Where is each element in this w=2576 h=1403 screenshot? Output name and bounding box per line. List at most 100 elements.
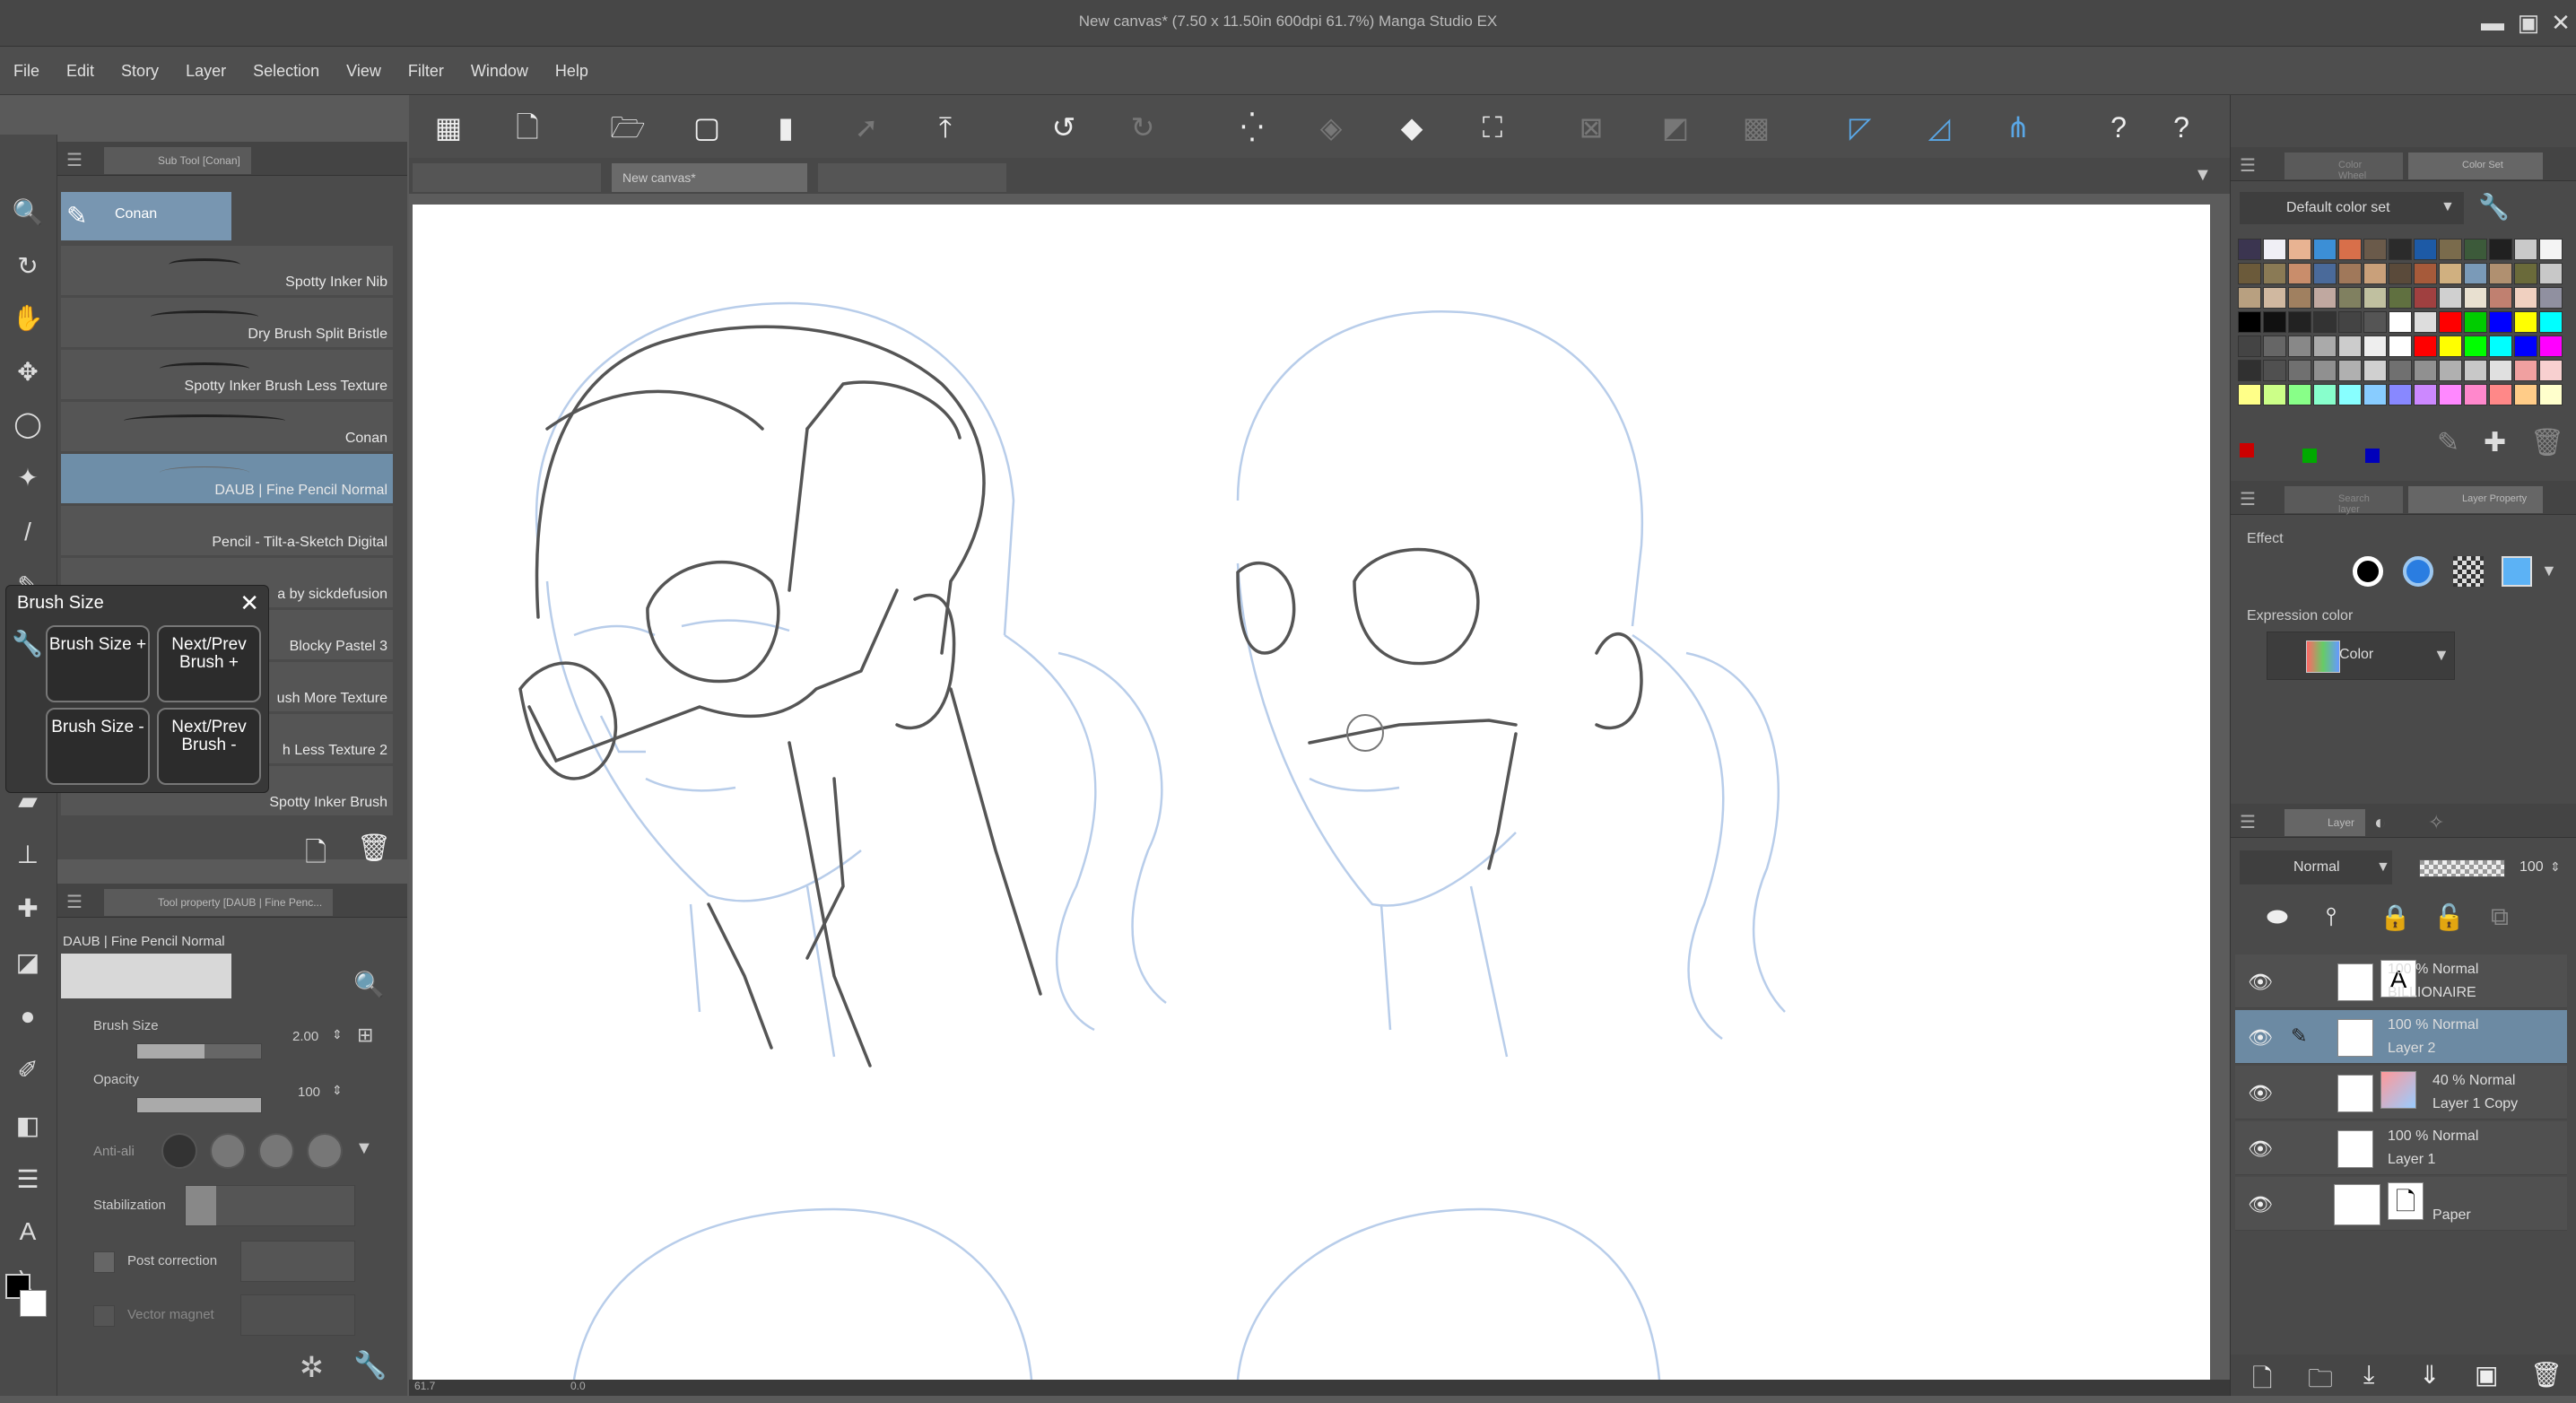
minimize-icon[interactable]: ▬: [2477, 7, 2508, 38]
color-swatch[interactable]: [2489, 360, 2512, 381]
new-folder-icon[interactable]: 🗀: [2308, 1360, 2333, 1403]
help-icon[interactable]: ?: [2099, 108, 2138, 147]
color-swatch[interactable]: [2489, 263, 2512, 284]
color-swatch[interactable]: [2464, 263, 2487, 284]
layer-row[interactable]: 👁 40 % Normal Layer 1 Copy: [2235, 1066, 2567, 1120]
color-swatch[interactable]: [2288, 239, 2311, 260]
red-swatch[interactable]: [2240, 443, 2254, 458]
color-swatch[interactable]: [2363, 239, 2387, 260]
color-swatch[interactable]: [2363, 336, 2387, 357]
color-swatch[interactable]: [2514, 287, 2537, 309]
menu-selection[interactable]: Selection: [239, 47, 333, 95]
prev-brush-button[interactable]: Next/Prev Brush -: [157, 708, 261, 785]
color-swatch[interactable]: [2288, 263, 2311, 284]
color-swatch[interactable]: [2489, 287, 2512, 309]
magnet-icon[interactable]: ⋔: [1998, 108, 2038, 147]
frame-tool-icon[interactable]: ☰: [7, 1159, 48, 1200]
chevron-down-icon[interactable]: ▼: [2441, 199, 2455, 215]
color-swatch[interactable]: [2238, 239, 2261, 260]
menu-icon[interactable]: ☰: [66, 891, 83, 913]
opacity-value[interactable]: 100: [298, 1085, 320, 1100]
vector-magnet-slider[interactable]: [240, 1294, 355, 1336]
sub-color-swatch[interactable]: [20, 1290, 47, 1317]
eyedropper-icon[interactable]: ✎: [2437, 427, 2459, 458]
stepper-icon[interactable]: ⇕: [2550, 859, 2561, 875]
green-swatch[interactable]: [2302, 449, 2317, 463]
color-swatch[interactable]: [2263, 263, 2286, 284]
color-swatch[interactable]: [2464, 360, 2487, 381]
wand-tool-icon[interactable]: ✦: [7, 458, 48, 499]
crop-icon[interactable]: ⊠: [1571, 108, 1611, 147]
close-icon[interactable]: ✕: [239, 589, 259, 617]
expression-color-select[interactable]: Color: [2267, 632, 2455, 680]
color-swatch[interactable]: [2313, 384, 2337, 405]
canvas-tab[interactable]: [818, 163, 1006, 192]
anti-alias-none[interactable]: [161, 1133, 197, 1169]
vector-magnet-checkbox[interactable]: [93, 1305, 115, 1327]
color-swatch[interactable]: [2514, 384, 2537, 405]
color-swatch[interactable]: [2363, 263, 2387, 284]
eye-icon[interactable]: 👁: [2248, 1082, 2273, 1105]
stepper-icon[interactable]: ⇕: [332, 1083, 343, 1098]
transfer-down-icon[interactable]: ⤓: [2363, 1360, 2374, 1390]
import-icon[interactable]: ⤒: [926, 108, 965, 147]
new-subtool-icon[interactable]: 🗋: [305, 832, 326, 878]
merge-down-icon[interactable]: ⇓: [2419, 1360, 2440, 1390]
color-swatch[interactable]: [2414, 360, 2437, 381]
color-swatch[interactable]: [2263, 287, 2286, 309]
page-icon[interactable]: ▮: [766, 108, 805, 147]
layer-opacity-slider[interactable]: [2419, 859, 2505, 877]
next-brush-button[interactable]: Next/Prev Brush +: [157, 625, 261, 702]
color-swatch[interactable]: [2414, 287, 2437, 309]
stamp-tool-icon[interactable]: ⊥: [7, 834, 48, 876]
drawing-canvas[interactable]: [413, 205, 2210, 1380]
color-swatch[interactable]: [2313, 360, 2337, 381]
color-swatch[interactable]: [2389, 336, 2412, 357]
reference-icon[interactable]: ⧉: [2491, 902, 2509, 932]
save-icon[interactable]: ▢: [687, 108, 727, 147]
animation-icon[interactable]: ◐: [2374, 811, 2386, 834]
color-swatch[interactable]: [2313, 263, 2337, 284]
transform-icon[interactable]: ◈: [1311, 108, 1351, 147]
color-swatch[interactable]: [2363, 287, 2387, 309]
trash-icon[interactable]: 🗑: [357, 832, 391, 864]
color-swatch[interactable]: [2389, 263, 2412, 284]
lock-icon[interactable]: 🔒: [2380, 902, 2411, 932]
undo-icon[interactable]: ↺: [1044, 108, 1083, 147]
color-swatch[interactable]: [2439, 384, 2462, 405]
tab-layer[interactable]: Layer: [2284, 809, 2365, 836]
stabilization-slider[interactable]: [185, 1185, 355, 1226]
color-swatch[interactable]: [2439, 336, 2462, 357]
color-swatch[interactable]: [2263, 336, 2286, 357]
chevron-down-icon[interactable]: ▼: [355, 1138, 373, 1159]
color-swatch[interactable]: [2514, 311, 2537, 333]
color-swatch[interactable]: [2539, 239, 2563, 260]
text-tool-icon[interactable]: A: [7, 1211, 48, 1252]
color-swatch[interactable]: [2288, 311, 2311, 333]
color-swatch[interactable]: [2389, 239, 2412, 260]
color-swatch[interactable]: [2338, 384, 2362, 405]
color-swatch[interactable]: [2338, 336, 2362, 357]
chevron-down-icon[interactable]: ▼: [2433, 646, 2450, 665]
selection-icon[interactable]: ⁛: [1232, 108, 1272, 147]
menu-help[interactable]: Help: [542, 47, 602, 95]
wrench-icon[interactable]: 🔧: [2478, 192, 2510, 222]
stepper-icon[interactable]: ⇕: [332, 1027, 343, 1042]
color-swatch[interactable]: [2363, 311, 2387, 333]
trash-icon[interactable]: 🗑: [2530, 427, 2564, 458]
color-swatch[interactable]: [2439, 239, 2462, 260]
opacity-slider[interactable]: [136, 1097, 262, 1113]
color-swatch[interactable]: [2414, 239, 2437, 260]
color-swatch[interactable]: [2464, 239, 2487, 260]
color-swatch[interactable]: [2238, 287, 2261, 309]
eraser-icon[interactable]: ◆: [1392, 108, 1432, 147]
color-swatch[interactable]: [2514, 263, 2537, 284]
brush-size-minus-button[interactable]: Brush Size -: [46, 708, 150, 785]
ruler-icon[interactable]: ◸: [1841, 108, 1880, 147]
color-swatch[interactable]: [2514, 360, 2537, 381]
tone-effect-icon[interactable]: [2453, 556, 2484, 587]
color-swatch[interactable]: [2489, 311, 2512, 333]
brush-size-plus-button[interactable]: Brush Size +: [46, 625, 150, 702]
color-swatch[interactable]: [2238, 360, 2261, 381]
brush-item[interactable]: Spotty Inker Nib: [61, 246, 393, 296]
